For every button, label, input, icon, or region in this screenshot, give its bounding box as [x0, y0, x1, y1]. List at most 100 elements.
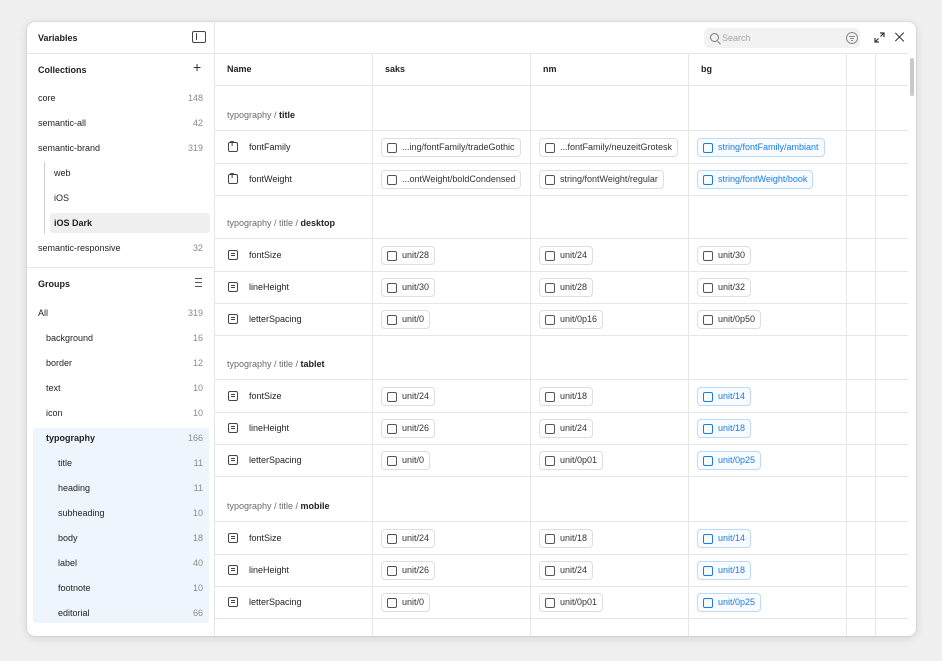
search-input[interactable] [722, 31, 837, 45]
variable-name[interactable]: lineHeight [249, 423, 289, 433]
group-typography[interactable]: typography 166 [27, 425, 215, 450]
variable-row[interactable]: letterSpacing unit/0 unit/0p16 unit/0p50 [215, 303, 908, 336]
variable-name[interactable]: letterSpacing [249, 455, 302, 465]
variable-name[interactable]: fontSize [249, 533, 282, 543]
collection-web[interactable]: web [27, 160, 215, 185]
variable-value-chip[interactable]: unit/0p01 [539, 451, 604, 470]
variable-value-chip[interactable]: unit/26 [381, 561, 436, 580]
variable-value-chip[interactable]: string/fontWeight/regular [539, 170, 664, 189]
variable-value-chip[interactable]: unit/0p25 [697, 451, 762, 470]
collection-ios-dark[interactable]: iOS Dark [27, 210, 215, 235]
variable-row[interactable]: fontWeight ...ontWeight/boldCondensed stri… [215, 163, 908, 196]
variable-name[interactable]: letterSpacing [249, 314, 302, 324]
group-icon[interactable]: icon 10 [27, 400, 215, 425]
collection-ios[interactable]: iOS [27, 185, 215, 210]
variable-name[interactable]: letterSpacing [249, 597, 302, 607]
variable-value-chip[interactable]: unit/32 [697, 278, 752, 297]
variable-row[interactable]: fontSize unit/24 unit/18 unit/14 [215, 380, 908, 413]
variable-value-chip[interactable]: unit/0 [381, 593, 431, 612]
variable-value-chip[interactable]: unit/18 [697, 419, 752, 438]
variable-value-chip[interactable]: unit/28 [381, 246, 436, 265]
group-leaf: title [279, 110, 296, 120]
variable-value-chip[interactable]: unit/0p16 [539, 310, 604, 329]
group-leaf: tablet [300, 359, 325, 369]
number-type-icon [228, 423, 238, 433]
variable-value-chip[interactable]: unit/0 [381, 310, 431, 329]
variable-value-chip[interactable]: ...fontFamily/neuzeitGrotesk [539, 138, 679, 157]
variable-name[interactable]: fontFamily [249, 142, 291, 152]
variable-row[interactable]: fontSize unit/28 unit/24 unit/30 [215, 239, 908, 272]
collections-heading: Collections [38, 65, 87, 75]
group-border[interactable]: border 12 [27, 350, 215, 375]
variable-row[interactable]: lineHeight unit/26 unit/24 unit/18 [215, 554, 908, 587]
variable-value-chip[interactable]: unit/0p50 [697, 310, 762, 329]
sidebar-toggle-icon[interactable] [192, 31, 206, 43]
group-label: label [58, 557, 78, 568]
variable-value-chip[interactable]: unit/14 [697, 529, 752, 548]
variable-value-chip[interactable]: unit/28 [539, 278, 594, 297]
variable-value-chip[interactable]: ...ing/fontFamily/tradeGothic [381, 138, 521, 157]
vertical-scrollbar[interactable] [910, 58, 914, 96]
group-text[interactable]: text 10 [27, 375, 215, 400]
variable-name[interactable]: fontSize [249, 391, 282, 401]
collection-semantic-all[interactable]: semantic-all 42 [27, 110, 215, 135]
group-label: icon [46, 407, 63, 418]
group-all[interactable]: All 319 [27, 300, 215, 325]
collection-core[interactable]: core 148 [27, 85, 215, 110]
search-box[interactable] [704, 28, 860, 48]
variable-value-chip[interactable]: unit/14 [697, 387, 752, 406]
variable-value-chip[interactable]: unit/24 [539, 246, 594, 265]
variable-value-chip[interactable]: string/fontWeight/book [697, 170, 814, 189]
variable-row[interactable]: fontFamily ...ing/fontFamily/tradeGothic.… [215, 131, 908, 164]
variable-name[interactable]: lineHeight [249, 565, 289, 575]
variable-value-chip[interactable]: ...ontWeight/boldCondensed [381, 170, 522, 189]
collection-count: 148 [187, 92, 203, 103]
expand-icon[interactable] [874, 32, 885, 43]
variable-name[interactable]: fontWeight [249, 174, 292, 184]
variable-row[interactable]: lineHeight unit/30 unit/28 unit/32 [215, 271, 908, 304]
variable-value-chip[interactable]: unit/30 [381, 278, 436, 297]
group-body[interactable]: body 18 [27, 525, 215, 550]
variable-value-chip[interactable]: unit/30 [697, 246, 752, 265]
group-footnote[interactable]: footnote 10 [27, 575, 215, 600]
column-header-name[interactable]: Name [227, 64, 252, 74]
group-title[interactable]: title 11 [27, 450, 215, 475]
variable-value-chip[interactable]: unit/18 [539, 529, 594, 548]
variable-value-chip[interactable]: unit/0p25 [697, 593, 762, 612]
variable-value-chip[interactable]: unit/24 [381, 529, 436, 548]
variable-value-chip[interactable]: unit/24 [381, 387, 436, 406]
group-label-item[interactable]: label 40 [27, 550, 215, 575]
group-subheading[interactable]: subheading 10 [27, 500, 215, 525]
variable-value-chip[interactable]: unit/18 [539, 387, 594, 406]
group-heading[interactable]: heading 11 [27, 475, 215, 500]
filter-icon[interactable] [846, 32, 858, 44]
column-header-mode[interactable]: bg [701, 64, 712, 74]
collection-semantic-responsive[interactable]: semantic-responsive 32 [27, 235, 215, 260]
number-type-icon [228, 565, 238, 575]
variable-value-chip[interactable]: unit/18 [697, 561, 752, 580]
group-list-icon[interactable] [195, 278, 207, 288]
add-collection-icon[interactable]: + [193, 60, 201, 74]
variables-window: Variables Collections + core 148 semanti… [27, 22, 916, 636]
variable-value-chip[interactable]: unit/24 [539, 419, 594, 438]
group-path-title: typography / title / tablet [227, 359, 325, 369]
group-label: subheading [58, 507, 105, 518]
variable-value-chip[interactable]: unit/24 [539, 561, 594, 580]
group-background[interactable]: background 16 [27, 325, 215, 350]
variable-row[interactable]: letterSpacing unit/0 unit/0p01 unit/0p25 [215, 586, 908, 619]
variable-name[interactable]: fontSize [249, 250, 282, 260]
variable-value-chip[interactable]: string/fontFamily/ambiant [697, 138, 825, 157]
variable-name[interactable]: lineHeight [249, 282, 289, 292]
column-header-mode[interactable]: saks [385, 64, 405, 74]
variable-row[interactable]: letterSpacing unit/0 unit/0p01 unit/0p25 [215, 444, 908, 477]
variable-row[interactable]: lineHeight unit/26 unit/24 unit/18 [215, 412, 908, 445]
variable-value-chip[interactable]: unit/0p01 [539, 593, 604, 612]
variable-row[interactable]: fontSize unit/24 unit/18 unit/14 [215, 522, 908, 555]
group-editorial[interactable]: editorial 66 [27, 600, 215, 625]
close-icon[interactable] [894, 31, 906, 43]
column-header-mode[interactable]: nm [543, 64, 557, 74]
collection-semantic-brand[interactable]: semantic-brand 319 [27, 135, 215, 160]
number-type-icon [228, 533, 238, 543]
variable-value-chip[interactable]: unit/0 [381, 451, 431, 470]
variable-value-chip[interactable]: unit/26 [381, 419, 436, 438]
